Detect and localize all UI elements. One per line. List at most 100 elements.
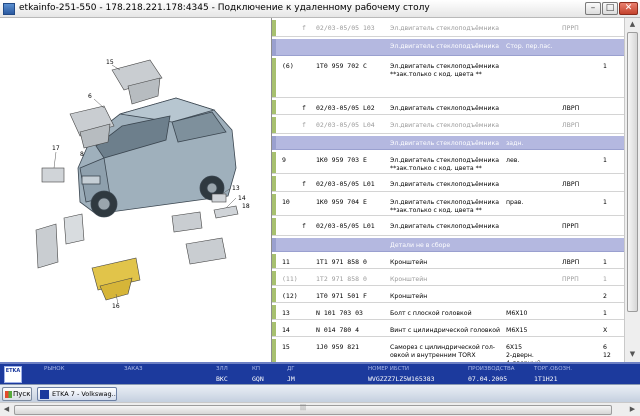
cell-part-number: 02/03-05/05 L01 <box>316 222 375 230</box>
table-row[interactable]: f 02/03-05/05 L02 Эл.двигатель стеклоподъё… <box>272 100 624 115</box>
row-marker <box>272 238 276 251</box>
table-row[interactable]: f 02/03-05/05 103 Эл.двигатель стеклоподъё… <box>272 20 624 37</box>
vertical-scroll-thumb[interactable] <box>627 32 638 312</box>
table-group-header[interactable]: Детали не в сборе <box>272 238 624 252</box>
vertical-scrollbar[interactable]: ▲ ▼ <box>624 18 640 362</box>
callout-label: 8 <box>80 151 84 158</box>
parts-illustration-pane[interactable]: 15 6 8 17 13 14 18 16 <box>0 18 272 362</box>
cell-description: Эл.двигатель стеклоподъёмника <box>390 43 500 50</box>
cell-description: Эл.двигатель стеклоподъёмника <box>390 140 500 147</box>
cell-part-number: 1J0 959 821 <box>316 343 360 351</box>
car-exploded-view[interactable]: 15 6 8 17 13 14 18 16 <box>0 18 271 362</box>
window-titlebar[interactable]: etkainfo-251-550 - 178.218.221.178:4345 … <box>0 0 640 18</box>
cell-position: 13 <box>282 309 290 317</box>
horizontal-scrollbar[interactable]: ◀ ||| ▶ <box>0 402 640 416</box>
cell-part-number: 1T2 971 858 0 <box>316 275 367 283</box>
table-row[interactable]: (11) 1T2 971 858 0 Кронштейн ПРРП 1 <box>272 271 624 286</box>
row-marker <box>272 136 276 149</box>
row-marker <box>272 100 276 114</box>
minimize-button[interactable]: – <box>585 2 601 15</box>
table-row[interactable]: (6) 1T0 959 702 C Эл.двигатель стеклоподъё… <box>272 58 624 98</box>
cell-model-data: ПРРП <box>562 25 579 32</box>
info-label-vin: НОМЕР ИБСТИ <box>368 366 409 372</box>
table-row[interactable]: 13 N 101 703 03 Болт с плоской головкой M6X… <box>272 305 624 320</box>
cell-part-number: 1T0 971 501 F <box>316 292 367 300</box>
cell-quantity: 2 <box>603 293 607 300</box>
row-marker <box>272 288 276 302</box>
table-row[interactable]: f 02/03-05/05 L01 Эл.двигатель стеклоподъё… <box>272 218 624 236</box>
table-row[interactable]: (12) 1T0 971 501 F Кронштейн 2 <box>272 288 624 303</box>
table-group-header[interactable]: Эл.двигатель стеклоподъёмника Стор. пер.п… <box>272 39 624 56</box>
cell-model-data: ПРРП <box>562 276 579 283</box>
cell-position: 9 <box>282 156 286 164</box>
table-row[interactable]: 9 1K0 959 703 E Эл.двигатель стеклоподъёмн… <box>272 152 624 174</box>
callout-label: 6 <box>88 93 92 100</box>
cell-position: (12) <box>282 292 298 300</box>
table-row[interactable]: 10 1K0 959 704 E Эл.двигатель стеклоподъём… <box>272 194 624 216</box>
table-row[interactable]: 11 1T1 971 858 0 Кронштейн ЛВРП 1 <box>272 254 624 269</box>
maximize-button[interactable]: □ <box>602 2 618 15</box>
cell-description-line2: **зак.только с код. цвета ** <box>390 207 482 214</box>
taskbar-item-etka[interactable]: ETKA 7 - Volkswag... <box>37 387 117 401</box>
cell-part-number: 1K0 959 704 E <box>316 198 367 206</box>
row-marker <box>272 271 276 285</box>
cell-quantity: 1 <box>603 63 607 70</box>
info-label-market: РЫНОК <box>44 366 65 372</box>
info-value-vin: WVGZZZ7LZ5W165383 <box>368 375 435 383</box>
cell-remark: прав. <box>506 199 524 206</box>
scroll-left-arrow-icon[interactable]: ◀ <box>1 404 12 415</box>
table-group-header[interactable]: Эл.двигатель стеклоподъёмника задн. <box>272 136 624 150</box>
info-value-gearbox: GQN <box>252 375 264 383</box>
cell-type-flag: f <box>302 222 306 230</box>
horizontal-scroll-thumb[interactable] <box>14 405 612 415</box>
cell-description-line2: овкой и внутренним TORX <box>390 352 476 359</box>
cell-remark: M6X10 <box>506 310 528 317</box>
cell-part-number: N 101 703 03 <box>316 309 363 317</box>
cell-model-data: ЛВРП <box>562 105 580 112</box>
cell-type-flag: f <box>302 121 306 129</box>
remote-desktop-icon <box>3 3 15 15</box>
cell-description: Болт с плоской головкой <box>390 310 472 317</box>
cell-part-number: 1T1 971 858 0 <box>316 258 367 266</box>
cell-type-flag: f <box>302 180 306 188</box>
cell-description: Детали не в сборе <box>390 242 451 249</box>
cell-model-data: ЛВРП <box>562 181 580 188</box>
window-title: etkainfo-251-550 - 178.218.221.178:4345 … <box>19 3 430 13</box>
info-label-order: ЗАКАЗ <box>124 366 143 372</box>
start-button[interactable]: Пуск <box>2 387 32 401</box>
row-marker <box>272 117 276 133</box>
cell-position: (6) <box>282 62 294 70</box>
start-label: Пуск <box>13 390 31 398</box>
cell-description: Эл.двигатель стеклоподъёмника <box>390 181 500 188</box>
vehicle-info-bar: ETKA РЫНОК ЗАКАЗ ЗЛЛ BKC КП GQN ДГ JM НО… <box>0 362 640 384</box>
windows-taskbar: Пуск ETKA 7 - Volkswag... <box>0 384 640 402</box>
scroll-right-arrow-icon[interactable]: ▶ <box>627 404 638 415</box>
cell-remark: лев. <box>506 157 520 164</box>
parts-list-table[interactable]: f 02/03-05/05 103 Эл.двигатель стеклоподъё… <box>272 18 624 362</box>
cell-position: (11) <box>282 275 298 283</box>
cell-quantity: 1 <box>603 276 607 283</box>
row-marker <box>272 58 276 97</box>
cell-position: 15 <box>282 343 290 351</box>
cell-quantity-line2: 12 <box>603 352 611 359</box>
windows-flag-icon <box>5 391 12 398</box>
scroll-up-arrow-icon[interactable]: ▲ <box>627 19 638 30</box>
cell-model-data: ПРРП <box>562 223 579 230</box>
table-row[interactable]: f 02/03-05/05 L04 Эл.двигатель стеклоподъё… <box>272 117 624 134</box>
row-marker <box>272 20 276 36</box>
close-button[interactable]: ✕ <box>619 2 638 15</box>
row-marker <box>272 218 276 235</box>
info-value-engine: BKC <box>216 375 228 383</box>
cell-description: Эл.двигатель стеклоподъёмника <box>390 122 500 129</box>
info-label-production: ПРОИЗВОДСТВА <box>468 366 515 372</box>
table-row[interactable]: 15 1J0 959 821 Саморез с цилиндрической го… <box>272 339 624 362</box>
cell-description: Эл.двигатель стеклоподъёмника <box>390 223 500 230</box>
table-row[interactable]: 14 N 014 780 4 Винт с цилиндрической голов… <box>272 322 624 337</box>
cell-quantity: 1 <box>603 199 607 206</box>
table-row[interactable]: f 02/03-05/05 L01 Эл.двигатель стеклоподъё… <box>272 176 624 192</box>
cell-model-data: ЛВРП <box>562 122 580 129</box>
info-label-engine: ЗЛЛ <box>216 366 228 372</box>
scroll-down-arrow-icon[interactable]: ▼ <box>627 349 638 360</box>
row-marker <box>272 339 276 362</box>
info-value-production: 07.04.2005 <box>468 375 508 383</box>
